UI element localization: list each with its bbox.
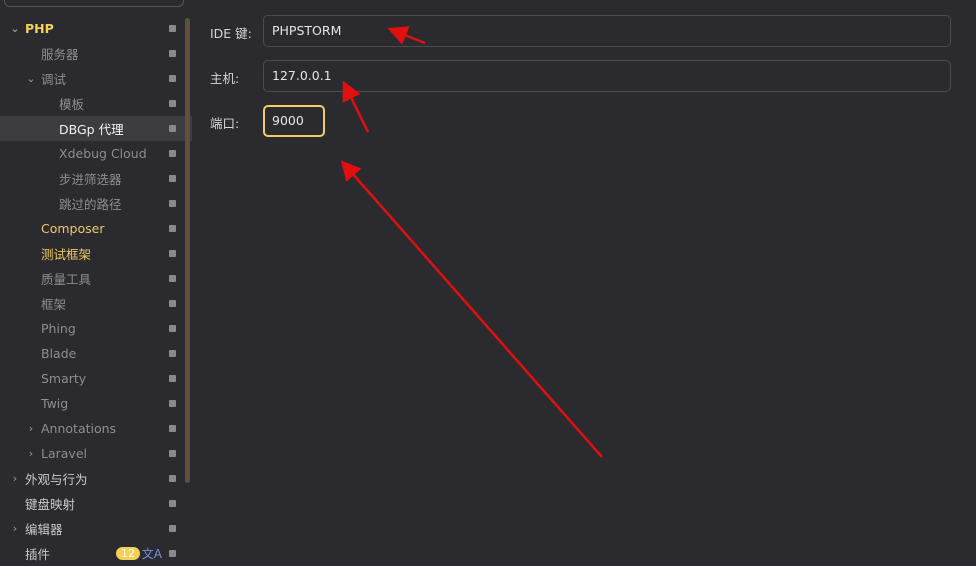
arrow-to-ide-key xyxy=(387,26,426,45)
arrow-to-port xyxy=(340,160,603,458)
arrow-to-host xyxy=(342,80,370,133)
annotation-arrows xyxy=(340,26,603,458)
